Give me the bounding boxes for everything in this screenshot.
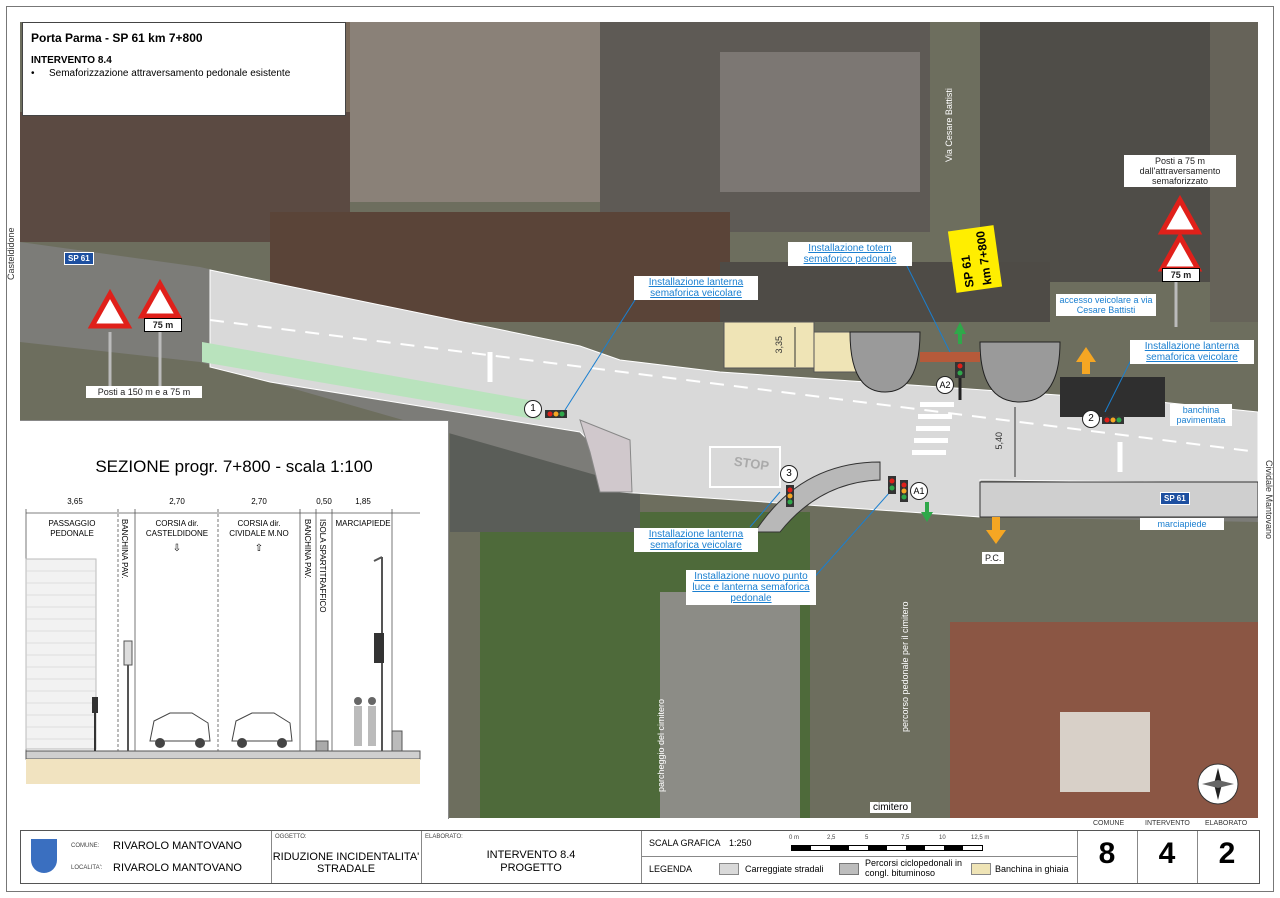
- col-isola: ISOLA SPARTITRAFFICO: [318, 519, 327, 613]
- project-title: Porta Parma - SP 61 km 7+800: [31, 31, 203, 45]
- label-stop: STOP: [733, 453, 771, 474]
- legend-cycle: Percorsi ciclopedonali in congl. bitumin…: [865, 858, 963, 878]
- scale-tick-5: 12,5 m: [971, 835, 990, 841]
- label-parcheggio: parcheggio del cimitero: [656, 698, 666, 792]
- distance-plate-right: 75 m: [1162, 268, 1200, 282]
- oggetto-label: OGGETTO:: [275, 834, 307, 840]
- label-left-signs: Posti a 150 m e a 75 m: [86, 386, 202, 398]
- localita-label: LOCALITA':: [71, 865, 103, 871]
- dimension-2: 5,40: [994, 432, 1004, 450]
- km-sign: SP 61 km 7+800: [947, 225, 1003, 293]
- distance-plate-left: 75 m: [144, 318, 182, 332]
- footer-num-comune: COMUNE 8: [1077, 820, 1138, 883]
- legend-swatch-road: [719, 863, 739, 875]
- col-corsia-1: CORSIA dir. CASTELDIDONE: [145, 519, 209, 538]
- num-elaborato: 2: [1218, 837, 1236, 870]
- dimension-1: 3,35: [774, 336, 784, 354]
- col-passaggio: PASSAGGIO PEDONALE: [48, 519, 96, 538]
- intervento-description: Semaforizzazione attraversamento pedonal…: [49, 68, 291, 79]
- comune-label: COMUNE:: [71, 843, 100, 849]
- legenda-label: LEGENDA: [649, 864, 693, 874]
- label-access: accesso veicolare a via Cesare Battisti: [1056, 294, 1156, 316]
- elaborato-line-1: INTERVENTO 8.4: [486, 849, 576, 861]
- width-4: 0,50: [316, 497, 332, 506]
- marker-a2: A2: [936, 376, 954, 394]
- scala-value: 1:250: [729, 838, 752, 848]
- oggetto-value: RIDUZIONE INCIDENTALITA' STRADALE: [272, 851, 420, 875]
- col-corsia-2: CORSIA dir. CIVIDALE M.NO: [229, 519, 289, 538]
- header-comune: COMUNE: [1093, 820, 1125, 827]
- road-badge-left: SP 61: [64, 252, 94, 265]
- km-sign-line1: SP 61: [958, 254, 978, 289]
- divider: [641, 856, 1077, 857]
- label-pc: P.C.: [982, 552, 1005, 564]
- marker-1: 1: [524, 400, 542, 418]
- scale-tick-3: 7,5: [901, 835, 910, 841]
- road-badge-right: SP 61: [1160, 492, 1190, 505]
- header-intervento: INTERVENTO: [1145, 820, 1190, 827]
- label-lantern-1: Installazione lanterna semaforica veicol…: [634, 276, 758, 300]
- label-marciapiede: marciapiede: [1140, 518, 1224, 530]
- scale-tick-2: 5: [865, 835, 869, 841]
- legend-swatch-cycle: [839, 863, 859, 875]
- legend-swatch-gravel: [971, 863, 991, 875]
- label-banchina: banchina pavimentata: [1170, 404, 1232, 426]
- header-elaborato: ELABORATO: [1205, 820, 1248, 827]
- elaborato-label: ELABORATO:: [425, 834, 463, 840]
- section-drawing: [25, 509, 421, 784]
- scale-tick-1: 2,5: [827, 835, 836, 841]
- title-box: Porta Parma - SP 61 km 7+800 INTERVENTO …: [22, 22, 346, 116]
- street-label-via-battisti: Via Cesare Battisti: [944, 88, 954, 162]
- num-comune: 8: [1098, 837, 1116, 870]
- footer-comune-cell: COMUNE: RIVAROLO MANTOVANO LOCALITA': RI…: [21, 831, 272, 883]
- footer-scale-legend-cell: SCALA GRAFICA 1:250 0 m 2,5 5 7,5 10 12,…: [641, 831, 1078, 883]
- elaborato-line-2: PROGETTO: [500, 862, 562, 874]
- legend-gravel: Banchina in ghiaia: [995, 864, 1069, 874]
- label-percorso-pedonale: percorso pedonale per il cimitero: [900, 601, 910, 732]
- label-lantern-2: Installazione lanterna semaforica veicol…: [1130, 340, 1254, 364]
- scale-tick-0: 0 m: [789, 835, 800, 841]
- footer-oggetto-cell: OGGETTO: RIDUZIONE INCIDENTALITA' STRADA…: [271, 831, 422, 883]
- width-2: 2,70: [169, 497, 185, 506]
- col-banchina-1: BANCHINA PAV.: [120, 519, 129, 579]
- arrow-down-icon: ⇩: [172, 543, 182, 554]
- footer-num-elaborato: ELABORATO 2: [1197, 820, 1258, 883]
- marker-2: 2: [1082, 410, 1100, 428]
- scala-label: SCALA GRAFICA: [649, 838, 721, 848]
- width-1: 3,65: [67, 497, 83, 506]
- width-3: 2,70: [251, 497, 267, 506]
- label-nuovo-punto-luce: Installazione nuovo punto luce e lantern…: [686, 570, 816, 605]
- direction-label-left-edge: Casteldidone: [6, 227, 16, 280]
- direction-label-right: Cividale Mantovano: [1264, 460, 1274, 540]
- scale-tick-4: 10: [939, 835, 946, 841]
- localita-value: RIVAROLO MANTOVANO: [113, 862, 242, 874]
- width-5: 1,85: [355, 497, 371, 506]
- col-banchina-2: BANCHINA PAV.: [303, 519, 312, 579]
- arrow-up-icon: ⇧: [254, 543, 264, 554]
- footer-elaborato-cell: ELABORATO: INTERVENTO 8.4 PROGETTO: [421, 831, 642, 883]
- legend-road: Carreggiate stradali: [745, 864, 824, 874]
- label-lantern-3: Installazione lanterna semaforica veicol…: [634, 528, 758, 552]
- label-cimitero: cimitero: [870, 802, 912, 813]
- scale-bar: [791, 845, 983, 851]
- coat-of-arms-icon: [31, 839, 57, 873]
- footer-num-intervento: INTERVENTO 4: [1137, 820, 1198, 883]
- intervento-label: INTERVENTO 8.4: [31, 55, 112, 66]
- label-totem: Installazione totem semaforico pedonale: [788, 242, 912, 266]
- marker-3: 3: [780, 465, 798, 483]
- km-sign-line2: km 7+800: [972, 230, 995, 286]
- col-marciapiede: MARCIAPIEDE: [335, 519, 391, 528]
- num-intervento: 4: [1158, 837, 1176, 870]
- bullet-dot: •: [31, 68, 35, 79]
- label-right-signs: Posti a 75 m dall'attraversamento semafo…: [1124, 155, 1236, 187]
- marker-a1: A1: [910, 482, 928, 500]
- comune-value: RIVAROLO MANTOVANO: [113, 840, 242, 852]
- title-block: COMUNE: RIVAROLO MANTOVANO LOCALITA': RI…: [20, 820, 1260, 884]
- cross-section-panel: SEZIONE progr. 7+800 - scala 1:100 3,65 …: [20, 420, 449, 819]
